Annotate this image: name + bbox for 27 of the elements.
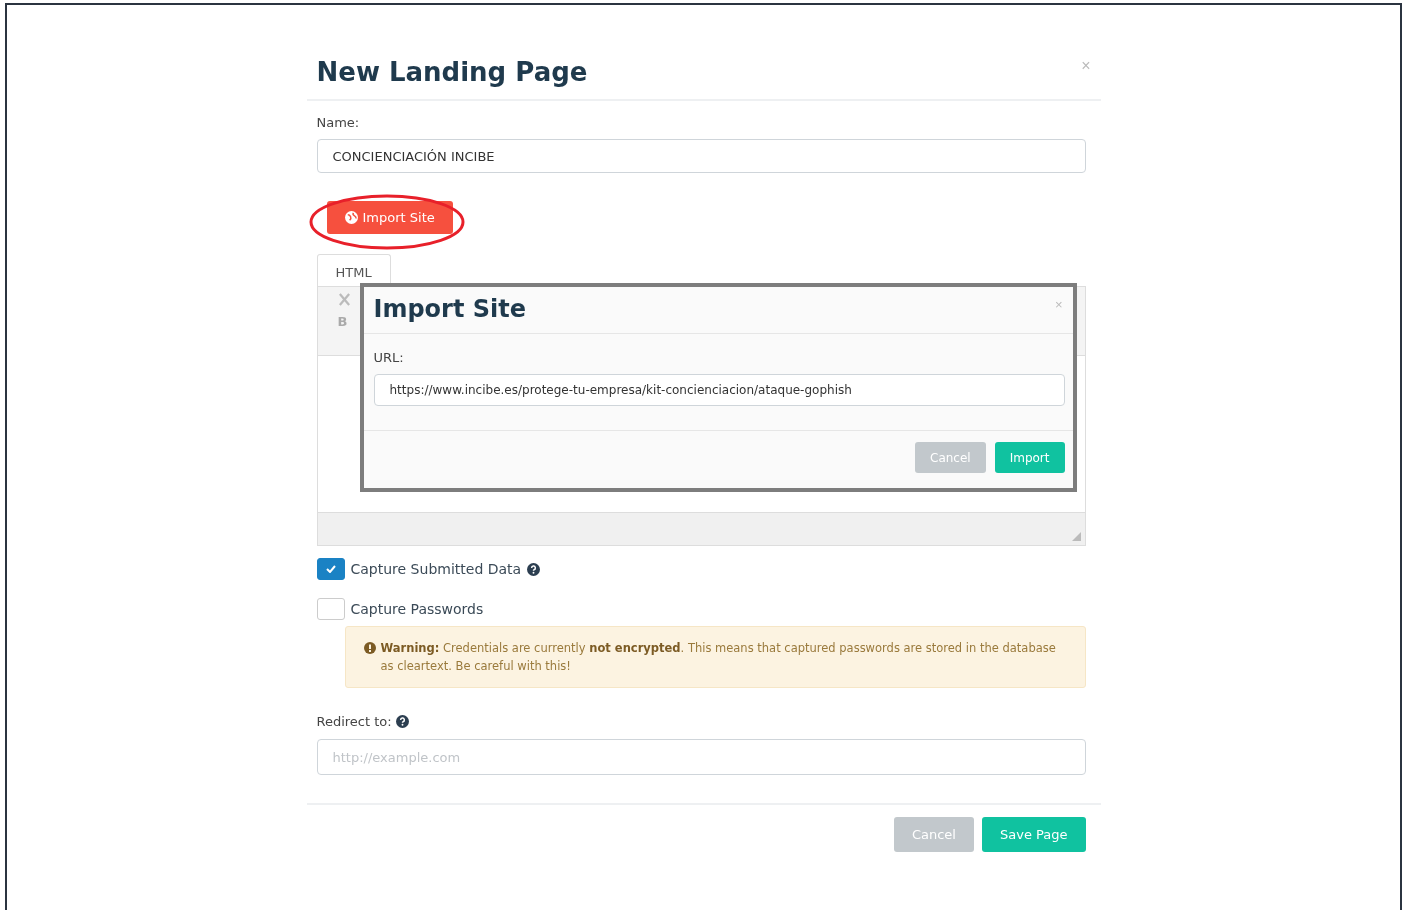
url-label: URL: [373, 350, 405, 365]
name-label: Name: [316, 115, 361, 130]
close-button[interactable]: × [1081, 57, 1091, 75]
import-site-button[interactable]: Import Site [326, 201, 453, 234]
help-icon [395, 715, 409, 728]
resize-grip-icon[interactable] [1071, 532, 1081, 541]
dialog-title: Import Site [373, 295, 527, 323]
redirect-label: Redirect to: [316, 714, 392, 729]
checkbox[interactable] [316, 558, 345, 580]
modal-title: New Landing Page [316, 57, 588, 87]
checkmark-icon [325, 565, 336, 573]
checkbox[interactable] [316, 598, 345, 620]
name-field[interactable]: CONCIENCIACIÓN INCIBE [316, 139, 1086, 173]
globe-icon [344, 211, 358, 224]
exclamation-icon [363, 642, 376, 654]
primary-button[interactable]: Import [994, 442, 1065, 473]
cancel-button[interactable]: Cancel [915, 442, 986, 473]
redirect-field[interactable]: http://example.com [316, 739, 1086, 775]
cancel-button[interactable]: Cancel [893, 817, 974, 852]
warning-text: Warning: Credentials are currently not encrypted. This means that captured passwords are stored in the database as cleartext. Be careful with this! [380, 640, 1057, 675]
scissors-icon[interactable] [337, 293, 351, 306]
url-field[interactable]: https://www.incibe.es/protege-tu-empresa/kit-concienciacion/ataque-gophish [373, 374, 1065, 406]
close-button[interactable]: × [1054, 295, 1063, 313]
checkbox-label: Capture Submitted Data [350, 561, 522, 577]
editor-tab[interactable]: HTML [316, 254, 391, 286]
primary-button[interactable]: Save Page [982, 817, 1086, 852]
checkbox-label: Capture Passwords [350, 601, 484, 617]
